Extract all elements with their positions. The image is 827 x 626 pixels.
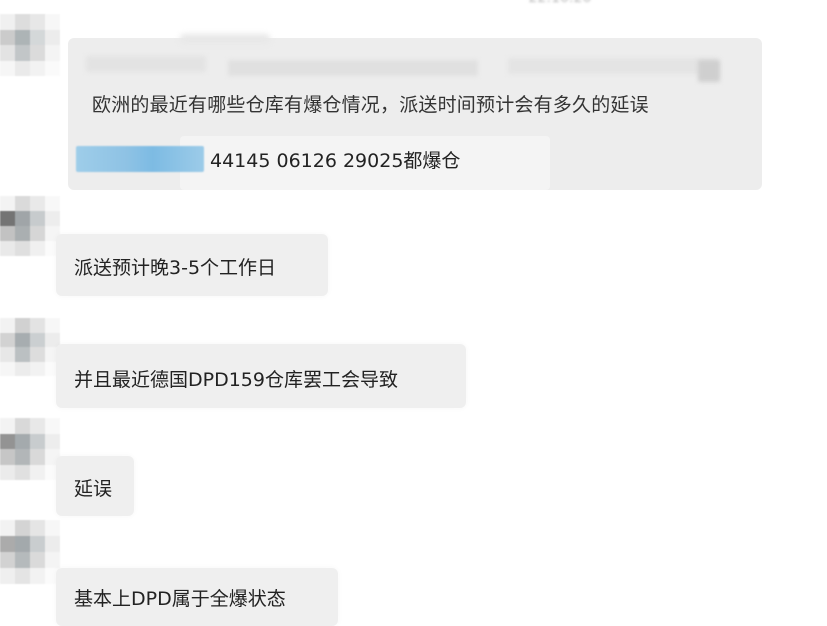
sender-avatar[interactable] — [0, 14, 60, 76]
quoted-question-text: 欧洲的最近有哪些仓库有爆仓情况，派送时间预计会有多久的延误 — [92, 94, 649, 116]
sender-avatar[interactable] — [0, 418, 60, 480]
sender-avatar[interactable] — [0, 196, 60, 256]
chat-conversation: 22:10:20 欧洲的最近有哪些仓库有爆仓情况，派送时间预计会有多久的延误 4… — [0, 0, 827, 626]
message-text: 并且最近德国DPD159仓库罢工会导致 — [74, 369, 398, 391]
redacted-highlight — [76, 146, 204, 172]
sender-avatar[interactable] — [0, 318, 60, 376]
message-text: 延误 — [74, 478, 113, 500]
sender-avatar[interactable] — [0, 520, 60, 584]
message-text: 派送预计晚3-5个工作日 — [74, 257, 277, 279]
message-timestamp: 22:10:20 — [500, 0, 620, 8]
tracking-numbers-text: 44145 06126 29025都爆仓 — [210, 150, 461, 172]
message-text: 基本上DPD属于全爆状态 — [74, 588, 286, 610]
